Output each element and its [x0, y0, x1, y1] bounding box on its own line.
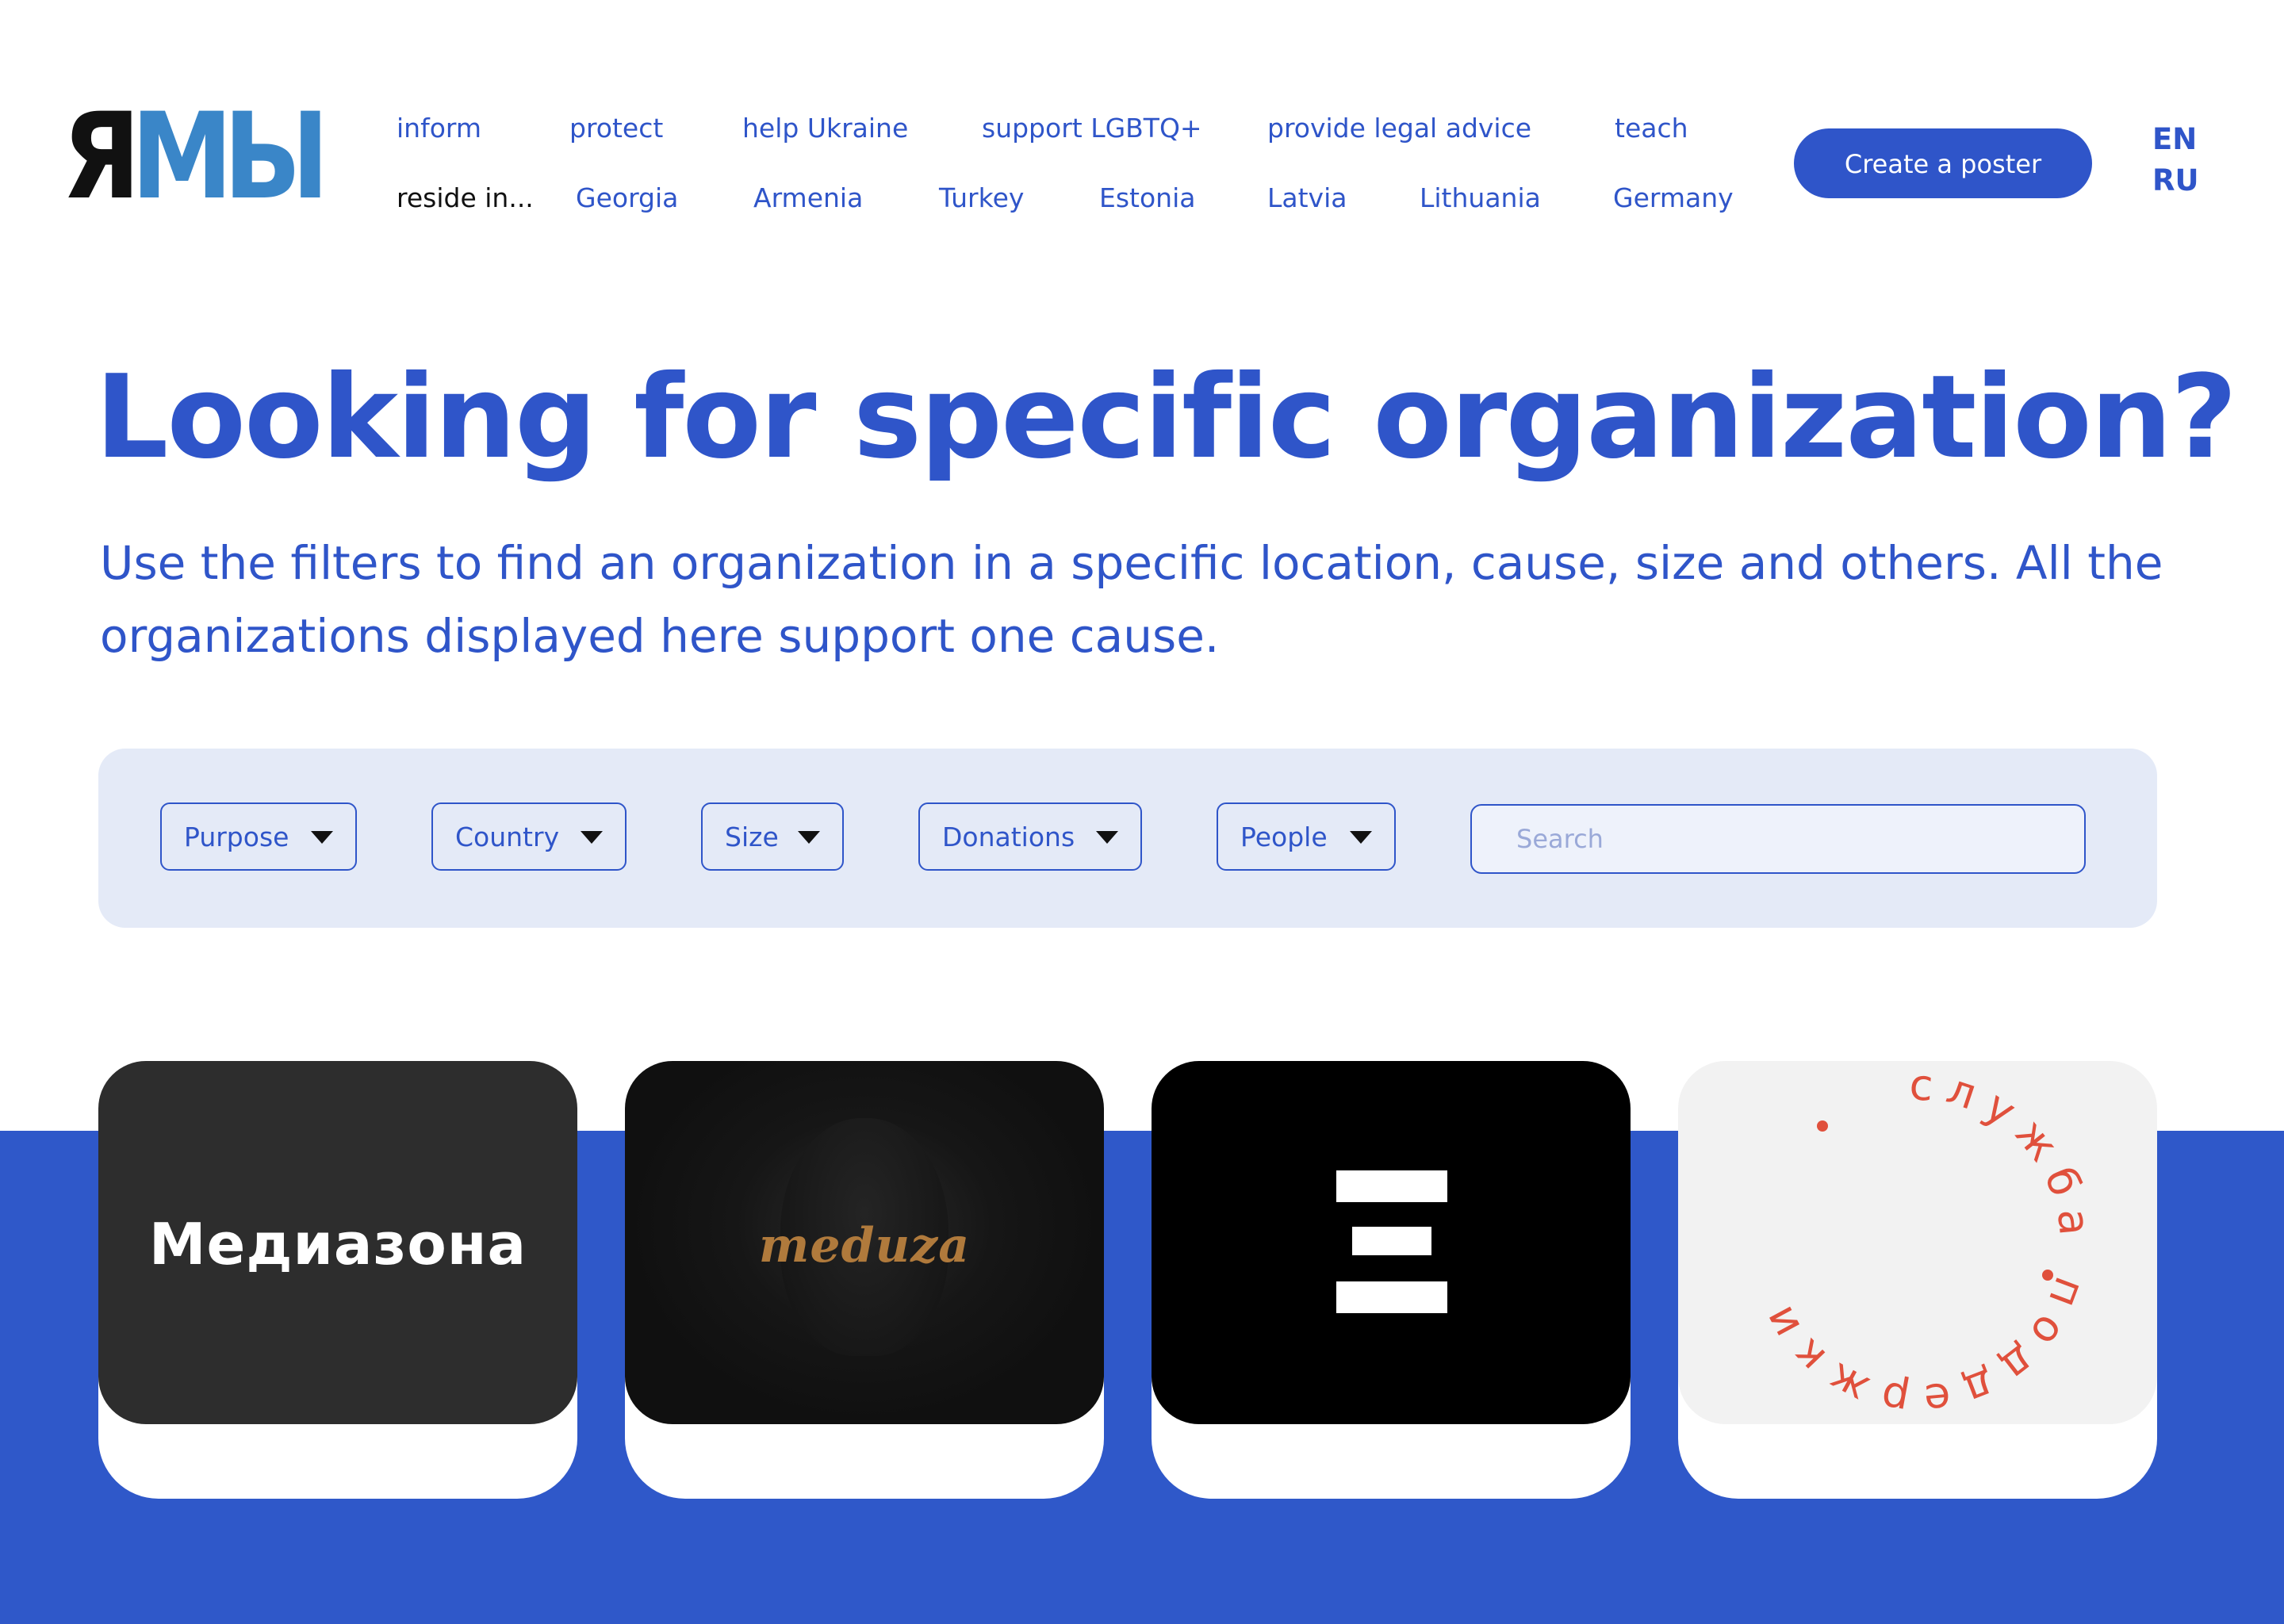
- filter-purpose-dropdown[interactable]: Purpose: [160, 802, 357, 871]
- filter-size-dropdown[interactable]: Size: [701, 802, 844, 871]
- language-en-link[interactable]: EN: [2152, 122, 2197, 157]
- logo-part-ya: Я: [62, 88, 140, 226]
- language-ru-link[interactable]: RU: [2152, 163, 2199, 198]
- nav-country-estonia[interactable]: Estonia: [1099, 182, 1195, 214]
- nav-reside-label: reside in...: [397, 182, 534, 213]
- logo-part-my: МЫ: [131, 88, 329, 226]
- support-service-circular-logo: служба поддержки: [1748, 1061, 2102, 1424]
- nav-country-latvia[interactable]: Latvia: [1267, 182, 1347, 214]
- filter-size-label: Size: [725, 821, 779, 852]
- filter-country-label: Country: [455, 821, 560, 852]
- filter-purpose-label: Purpose: [184, 821, 289, 852]
- logo-dot: [2042, 1270, 2053, 1281]
- organization-logo-image: Медиазона: [98, 1061, 577, 1424]
- nav-country-georgia[interactable]: Georgia: [576, 182, 678, 214]
- chevron-down-icon: [1350, 831, 1372, 844]
- nav-purpose-inform[interactable]: inform: [397, 113, 481, 144]
- organization-logo-image: [1152, 1061, 1631, 1424]
- organization-card-meduza[interactable]: meduza: [625, 1061, 1104, 1499]
- filter-donations-dropdown[interactable]: Donations: [918, 802, 1142, 871]
- logo-dot: [1817, 1120, 1828, 1132]
- create-poster-button[interactable]: Create a poster: [1794, 128, 2092, 198]
- organization-logo-image: meduza: [625, 1061, 1104, 1424]
- chevron-down-icon: [311, 831, 333, 844]
- nav-purpose-legal-advice[interactable]: provide legal advice: [1267, 113, 1531, 144]
- page-title: Looking for specific organization?: [95, 350, 2237, 485]
- echo-logo-bar-bottom: [1336, 1281, 1447, 1313]
- nav-purpose-protect[interactable]: protect: [569, 113, 663, 144]
- chevron-down-icon: [1096, 831, 1118, 844]
- organization-card-echo[interactable]: [1152, 1061, 1631, 1499]
- svg-text:служба поддержки: служба поддержки: [1748, 1061, 2102, 1424]
- site-logo[interactable]: ЯМЫ: [62, 98, 329, 216]
- chevron-down-icon: [798, 831, 820, 844]
- mediazona-logo-text: Медиазона: [148, 1211, 527, 1277]
- support-service-logo-text: служба поддержки: [1748, 1061, 2090, 1424]
- echo-logo-bar-top: [1336, 1170, 1447, 1202]
- nav-purpose-help-ukraine[interactable]: help Ukraine: [742, 113, 908, 144]
- organization-card-mediazona[interactable]: Медиазона: [98, 1061, 577, 1499]
- filter-people-dropdown[interactable]: People: [1217, 802, 1396, 871]
- nav-country-germany[interactable]: Germany: [1613, 182, 1734, 214]
- filter-donations-label: Donations: [942, 821, 1075, 852]
- echo-logo-bar-middle: [1352, 1227, 1431, 1255]
- nav-country-lithuania[interactable]: Lithuania: [1420, 182, 1541, 214]
- filter-people-label: People: [1240, 821, 1328, 852]
- chevron-down-icon: [581, 831, 603, 844]
- organization-logo-image: служба поддержки: [1678, 1061, 2157, 1424]
- nav-purpose-teach[interactable]: teach: [1615, 113, 1688, 144]
- page-subtitle: Use the filters to find an organization …: [100, 536, 2163, 663]
- nav-country-turkey[interactable]: Turkey: [939, 182, 1024, 214]
- filter-country-dropdown[interactable]: Country: [431, 802, 627, 871]
- nav-country-armenia[interactable]: Armenia: [753, 182, 863, 214]
- meduza-logo-text: meduza: [758, 1218, 971, 1274]
- organization-card-support-service[interactable]: служба поддержки: [1678, 1061, 2157, 1499]
- search-input[interactable]: [1470, 804, 2086, 874]
- nav-purpose-support-lgbtq[interactable]: support LGBTQ+: [982, 113, 1202, 144]
